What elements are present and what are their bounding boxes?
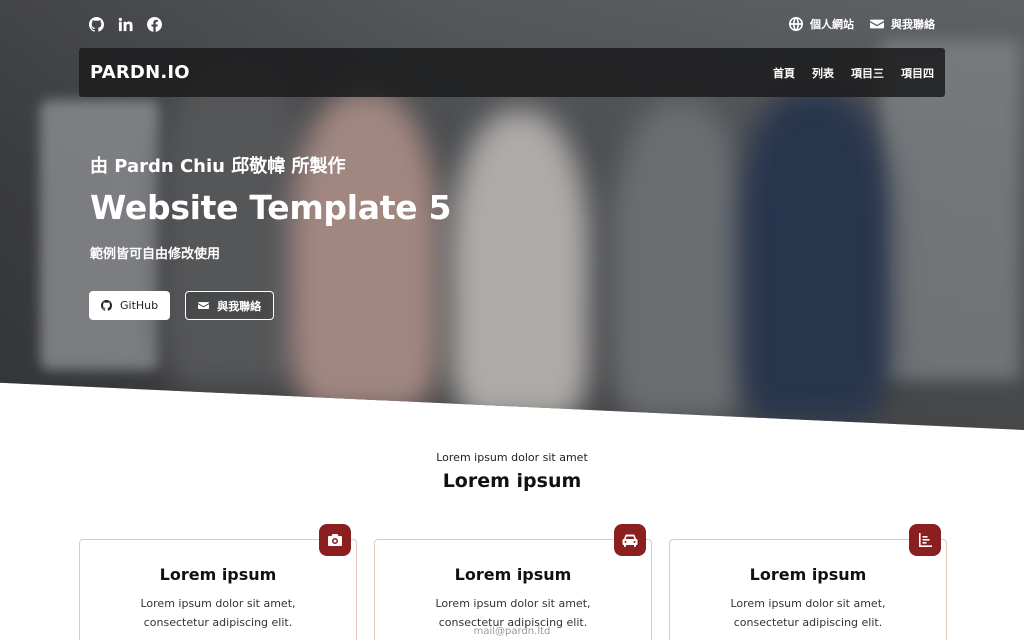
linkedin-icon[interactable] bbox=[118, 17, 133, 32]
navbar: PARDN.IO 首頁 列表 項目三 項目四 bbox=[79, 48, 945, 97]
brand-logo[interactable]: PARDN.IO bbox=[90, 62, 190, 83]
hero-description: 範例皆可自由修改使用 bbox=[90, 247, 221, 262]
social-links bbox=[89, 16, 162, 32]
personal-site-label: 個人網站 bbox=[810, 18, 854, 31]
nav-menu: 首頁 列表 項目三 項目四 bbox=[773, 65, 934, 81]
contact-label: 與我聯絡 bbox=[891, 18, 935, 31]
footer-email: mail@pardn.ltd bbox=[473, 626, 551, 637]
github-icon bbox=[101, 300, 112, 311]
hero-subtitle: 由 Pardn Chiu 邱敬幃 所製作 bbox=[90, 156, 346, 177]
github-button-label: GitHub bbox=[120, 299, 159, 312]
hero-content: 由 Pardn Chiu 邱敬幃 所製作 Website Template 5 … bbox=[90, 152, 451, 262]
hero-title: Website Template 5 bbox=[90, 188, 452, 227]
camera-icon bbox=[319, 524, 351, 556]
car-icon bbox=[614, 524, 646, 556]
card-title: Lorem ipsum bbox=[749, 565, 867, 584]
feature-card: Lorem ipsum Lorem ipsum dolor sit amet, … bbox=[669, 524, 947, 640]
contact-button-label: 與我聯絡 bbox=[217, 299, 262, 313]
envelope-icon bbox=[198, 302, 210, 309]
envelope-icon bbox=[870, 19, 884, 29]
top-bar: 個人網站 與我聯絡 bbox=[89, 14, 935, 34]
nav-item-four[interactable]: 項目四 bbox=[901, 65, 934, 81]
globe-icon bbox=[789, 17, 803, 31]
contact-button[interactable]: 與我聯絡 bbox=[185, 291, 275, 320]
personal-site-link[interactable]: 個人網站 bbox=[789, 16, 854, 32]
card-title: Lorem ipsum bbox=[159, 565, 277, 584]
section-kicker: Lorem ipsum dolor sit amet bbox=[436, 451, 588, 464]
feature-card: Lorem ipsum Lorem ipsum dolor sit amet, … bbox=[374, 524, 652, 640]
nav-item-home[interactable]: 首頁 bbox=[773, 65, 795, 81]
github-button[interactable]: GitHub bbox=[89, 291, 171, 320]
facebook-icon[interactable] bbox=[147, 16, 162, 32]
github-icon[interactable] bbox=[89, 16, 104, 32]
section-title: Lorem ipsum bbox=[442, 470, 582, 492]
nav-item-list[interactable]: 列表 bbox=[812, 65, 834, 81]
feature-cards: Lorem ipsum Lorem ipsum dolor sit amet, … bbox=[79, 524, 947, 640]
hero-buttons: GitHub 與我聯絡 bbox=[89, 291, 275, 320]
list-icon bbox=[909, 524, 941, 556]
contact-link[interactable]: 與我聯絡 bbox=[870, 16, 935, 32]
card-title: Lorem ipsum bbox=[454, 565, 572, 584]
feature-card: Lorem ipsum Lorem ipsum dolor sit amet, … bbox=[79, 524, 357, 640]
nav-item-three[interactable]: 項目三 bbox=[851, 65, 884, 81]
